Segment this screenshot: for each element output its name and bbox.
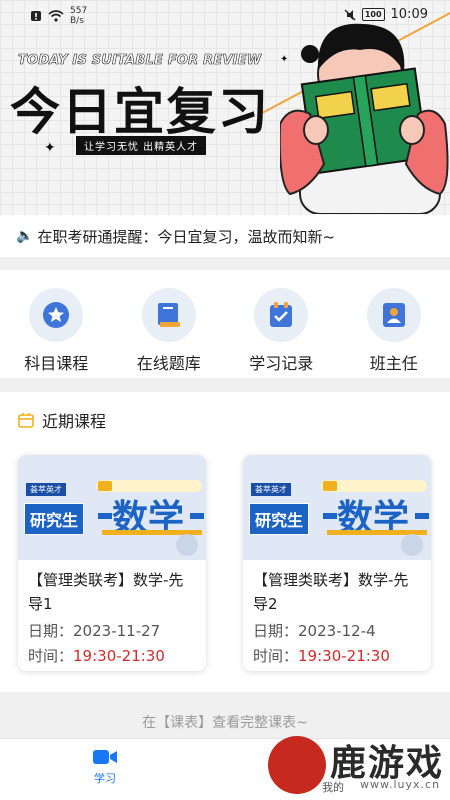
thumb-badge: 研究生: [24, 503, 85, 535]
id-card-icon: [382, 303, 405, 327]
reading-person-illustration: [280, 23, 449, 214]
quick-menu: 科目课程 在线题库 学习记录 班主任: [0, 270, 450, 378]
clipboard-check-icon: [270, 302, 293, 327]
view-schedule-hint[interactable]: 在【课表】查看完整课表~: [0, 712, 450, 732]
sparkle-icon: ✦: [44, 140, 56, 156]
section-title: 近期课程: [42, 412, 107, 431]
recent-courses-section: 近期课程 荟萃英才 研究生 数学 【管理类联考】数学-先导1 日期：2023-1…: [0, 392, 450, 692]
speaker-icon: 🔈: [16, 228, 34, 244]
thumb-brand: 荟萃英才: [26, 483, 66, 496]
thumb-brand: 荟萃英才: [251, 483, 291, 496]
book-icon: [157, 303, 180, 327]
reminder-text: 在职考研通提醒：今日宜复习，温故而知新~: [37, 227, 336, 246]
quick-item-label: 科目课程: [24, 354, 89, 373]
calendar-icon: [18, 413, 34, 428]
notification-icon: [31, 11, 41, 21]
quick-item-head-teacher[interactable]: 班主任: [344, 288, 444, 378]
deer-logo-icon: [268, 736, 326, 794]
banner-tagline: 让学习无忧 出精英人才: [76, 136, 207, 155]
course-card[interactable]: 荟萃英才 研究生 数学 【管理类联考】数学-先导2 日期：2023-12-4 时…: [243, 455, 431, 671]
course-title: 【管理类联考】数学-先导1: [28, 571, 184, 613]
tab-label: 学习: [94, 772, 116, 785]
banner: 557 B/s 100 10:09 TODAY IS SUITABLE FOR …: [0, 0, 450, 215]
network-speed: 557 B/s: [70, 6, 88, 26]
watermark-url: www.luyx.cn: [360, 778, 441, 791]
site-watermark: 鹿游戏 www.luyx.cn: [268, 732, 450, 800]
banner-title: 今日宜复习: [10, 83, 270, 141]
tab-study[interactable]: 学习: [92, 747, 118, 786]
banner-subtitle: TODAY IS SUITABLE FOR REVIEW: [18, 53, 262, 69]
reminder-notice: 🔈 在职考研通提醒：今日宜复习，温故而知新~: [0, 215, 450, 257]
course-title: 【管理类联考】数学-先导2: [253, 571, 409, 613]
quick-item-label: 学习记录: [249, 354, 314, 373]
course-time: 时间：19:30-21:30: [28, 647, 165, 665]
quick-item-question-bank[interactable]: 在线题库: [119, 288, 219, 378]
course-time: 时间：19:30-21:30: [253, 647, 390, 665]
course-thumbnail: 荟萃英才 研究生 数学: [18, 455, 206, 560]
course-date: 日期：2023-12-4: [253, 622, 376, 640]
wifi-icon: [48, 10, 64, 22]
video-icon: [93, 750, 117, 764]
quick-item-label: 在线题库: [136, 354, 201, 373]
quick-item-study-record[interactable]: 学习记录: [231, 288, 331, 378]
course-date: 日期：2023-11-27: [28, 622, 161, 640]
quick-item-label: 班主任: [369, 354, 418, 373]
badge-icon: [43, 302, 70, 328]
thumb-badge: 研究生: [249, 503, 310, 535]
quick-item-subject-courses[interactable]: 科目课程: [6, 288, 106, 378]
course-thumbnail: 荟萃英才 研究生 数学: [243, 455, 431, 560]
course-card[interactable]: 荟萃英才 研究生 数学 【管理类联考】数学-先导1 日期：2023-11-27 …: [18, 455, 206, 671]
